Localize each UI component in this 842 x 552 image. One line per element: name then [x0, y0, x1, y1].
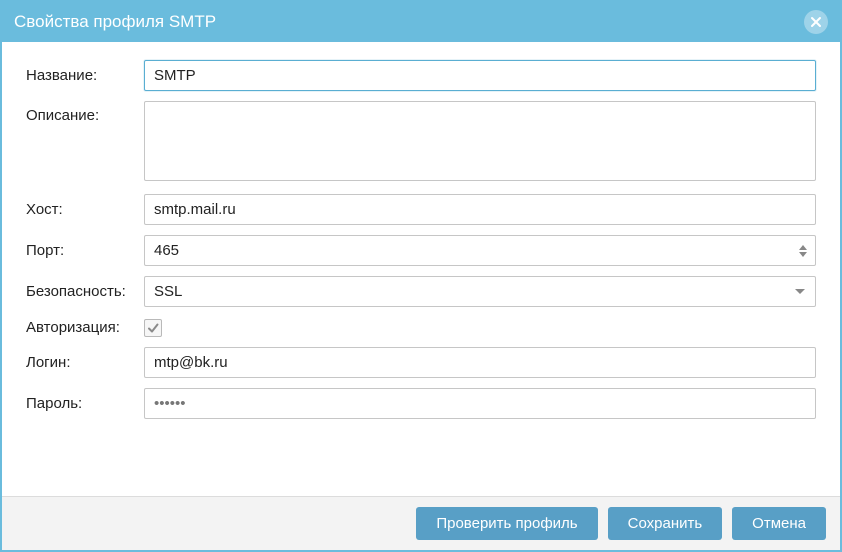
label-password: Пароль: — [26, 395, 144, 412]
label-port: Порт: — [26, 242, 144, 259]
port-input[interactable] — [145, 236, 795, 265]
port-spin-down[interactable] — [799, 252, 807, 257]
description-input[interactable] — [144, 101, 816, 181]
label-auth: Авторизация: — [26, 319, 144, 336]
row-login: Логин: — [26, 347, 816, 378]
row-host: Хост: — [26, 194, 816, 225]
login-input[interactable] — [144, 347, 816, 378]
close-icon — [810, 16, 822, 28]
cancel-button[interactable]: Отмена — [732, 507, 826, 540]
label-security: Безопасность: — [26, 283, 144, 300]
password-input[interactable] — [144, 388, 816, 419]
label-name: Название: — [26, 67, 144, 84]
label-host: Хост: — [26, 201, 144, 218]
close-button[interactable] — [804, 10, 828, 34]
row-auth: Авторизация: — [26, 317, 816, 337]
port-spin-controls — [795, 245, 815, 257]
row-name: Название: — [26, 60, 816, 91]
auth-checkbox[interactable] — [144, 319, 162, 337]
label-login: Логин: — [26, 354, 144, 371]
security-select[interactable]: SSL — [144, 276, 816, 307]
row-password: Пароль: — [26, 388, 816, 419]
row-description: Описание: — [26, 101, 816, 184]
row-port: Порт: — [26, 235, 816, 266]
host-input[interactable] — [144, 194, 816, 225]
dialog-titlebar: Свойства профиля SMTP — [2, 2, 840, 42]
test-profile-button[interactable]: Проверить профиль — [416, 507, 597, 540]
form-area: Название: Описание: Хост: Порт: — [2, 42, 840, 496]
dialog-title: Свойства профиля SMTP — [14, 12, 804, 32]
security-value: SSL — [145, 277, 795, 306]
name-input[interactable] — [144, 60, 816, 91]
smtp-profile-dialog: Свойства профиля SMTP Название: Описание… — [0, 0, 842, 552]
port-spinner[interactable] — [144, 235, 816, 266]
port-spin-up[interactable] — [799, 245, 807, 250]
save-button[interactable]: Сохранить — [608, 507, 723, 540]
chevron-down-icon — [795, 289, 805, 294]
dialog-footer: Проверить профиль Сохранить Отмена — [2, 496, 840, 550]
row-security: Безопасность: SSL — [26, 276, 816, 307]
label-description: Описание: — [26, 101, 144, 124]
checkmark-icon — [147, 322, 159, 334]
